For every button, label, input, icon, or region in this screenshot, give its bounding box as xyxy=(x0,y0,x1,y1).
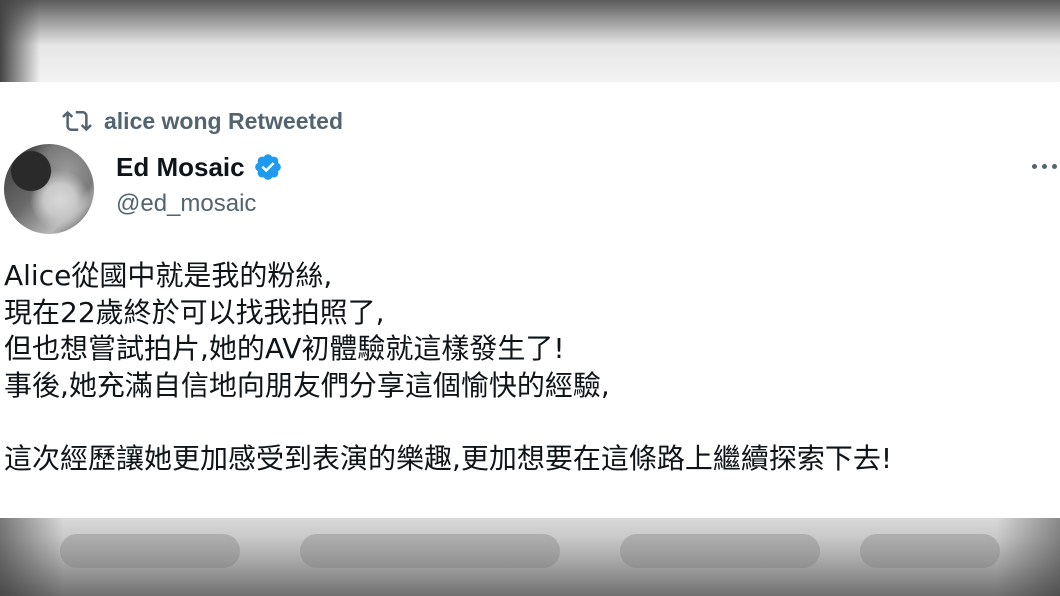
more-dot xyxy=(1052,163,1057,169)
tweet-text: Alice從國中就是我的粉絲, 現在22歲終於可以找我拍照了, 但也想嘗試拍片,… xyxy=(4,258,1054,477)
tweet-line: 這次經歷讓她更加感受到表演的樂趣,更加想要在這條路上繼續探索下去! xyxy=(4,441,893,475)
tweet-line: 但也想嘗試拍片,她的AV初體驗就這樣發生了! xyxy=(4,332,565,365)
tweet-line: 事後,她充滿自信地向朋友們分享這個愉快的經驗, xyxy=(4,368,610,402)
more-icon[interactable] xyxy=(1032,156,1060,176)
tweet-line: Alice從國中就是我的粉絲, xyxy=(4,259,333,292)
paragraph-break xyxy=(4,404,1054,441)
blur-smudge xyxy=(860,534,1000,568)
retweet-context[interactable]: alice wong Retweeted xyxy=(62,106,343,136)
avatar[interactable] xyxy=(4,144,94,234)
more-dot xyxy=(1042,163,1047,169)
retweet-label: alice wong Retweeted xyxy=(104,107,344,134)
blur-smudge xyxy=(60,534,240,568)
verified-badge-icon[interactable] xyxy=(253,152,283,182)
author-handle[interactable]: @ed_mosaic xyxy=(116,190,256,218)
tweet-card[interactable]: alice wong Retweeted Ed Mosaic @ed_mosai… xyxy=(0,82,1060,518)
retweet-icon xyxy=(62,110,92,132)
blurred-background-top xyxy=(0,0,1060,82)
blur-smudge xyxy=(620,534,820,568)
blur-smudge xyxy=(300,534,560,568)
author-display-name[interactable]: Ed Mosaic xyxy=(116,152,245,183)
tweet-line: 現在22歲終於可以找我拍照了, xyxy=(4,295,385,329)
more-dot xyxy=(1032,163,1037,169)
blurred-background-bottom xyxy=(0,518,1060,596)
author-name-row[interactable]: Ed Mosaic xyxy=(116,150,283,184)
